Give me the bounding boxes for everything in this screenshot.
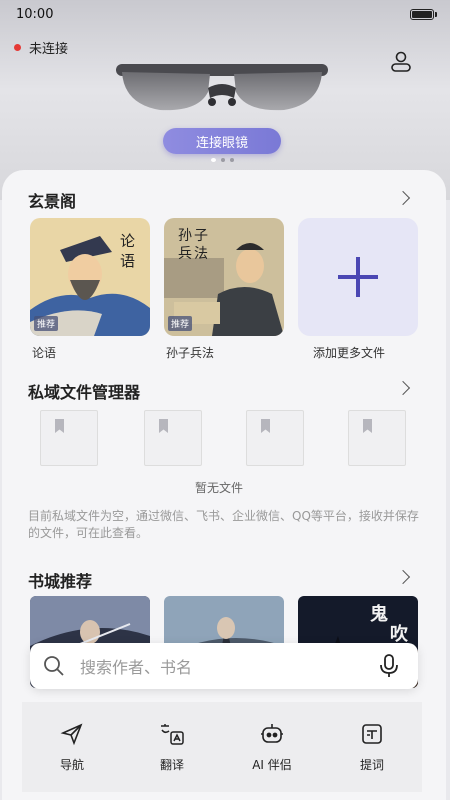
sunzi-cover-char-4: 法 xyxy=(194,246,208,262)
smart-glasses-image xyxy=(116,64,328,111)
empty-file-placeholder xyxy=(348,410,406,466)
sunzi-cover-char-3: 兵 xyxy=(178,246,192,262)
paper-plane-icon xyxy=(60,722,83,745)
status-bar: 10:00 xyxy=(0,0,450,28)
book-tag: 推荐 xyxy=(168,316,193,331)
search-bar[interactable]: 搜索作者、书名 xyxy=(30,643,418,689)
book-card-sunzi[interactable]: 孙 子 兵 法 推荐 xyxy=(164,218,284,336)
battery-icon xyxy=(410,8,437,20)
microphone-icon[interactable] xyxy=(378,653,400,679)
prompter-icon xyxy=(362,723,382,744)
connect-glasses-button[interactable]: 连接眼镜 xyxy=(163,128,281,154)
empty-file-placeholder xyxy=(246,410,304,466)
library-title: 玄景阁 xyxy=(28,192,77,211)
connection-status-label: 未连接 xyxy=(29,42,69,57)
carousel-dot xyxy=(211,158,216,162)
nav-item-ai-companion[interactable]: AI 伴侣 xyxy=(237,722,307,773)
lunyu-cover-char-2: 语 xyxy=(120,252,135,270)
empty-files-label: 暂无文件 xyxy=(195,481,244,495)
empty-file-placeholder xyxy=(144,410,202,466)
nav-item-translate[interactable]: 翻译 xyxy=(137,722,207,773)
carousel-dot xyxy=(230,158,234,162)
nav-item-label: 导航 xyxy=(59,757,84,772)
robot-icon xyxy=(261,723,283,743)
carousel-dot xyxy=(221,158,225,162)
empty-file-placeholder xyxy=(40,410,98,466)
private-files-description: 目前私域文件为空，通过微信、飞书、企业微信、QQ等平台，接收并保存的文件，可在此… xyxy=(28,509,419,540)
cover-char-1: 鬼 xyxy=(370,603,388,625)
nav-item-label: AI 伴侣 xyxy=(252,757,292,772)
book-card-lunyu[interactable]: 论 语 推荐 xyxy=(30,218,150,336)
status-time: 10:00 xyxy=(16,6,54,22)
translate-icon xyxy=(161,723,184,745)
plus-icon xyxy=(338,257,378,297)
search-placeholder[interactable]: 搜索作者、书名 xyxy=(80,654,378,678)
add-file-button[interactable] xyxy=(298,218,418,336)
cover-char-2: 吹 xyxy=(390,623,409,645)
book-title: 孙子兵法 xyxy=(166,346,215,360)
lunyu-cover-char-1: 论 xyxy=(120,232,135,250)
bottom-navigation: 导航 翻译 AI 伴侣 提词 xyxy=(22,702,422,792)
nav-item-navigation[interactable]: 导航 xyxy=(37,722,107,773)
carousel-indicator xyxy=(211,158,234,162)
sunzi-cover-char-2: 子 xyxy=(194,228,208,244)
private-files-title: 私域文件管理器 xyxy=(28,383,141,402)
sunzi-cover-char-1: 孙 xyxy=(178,228,192,244)
nav-item-prompter[interactable]: 提词 xyxy=(337,722,407,773)
profile-icon[interactable] xyxy=(388,48,414,74)
bookstore-title: 书城推荐 xyxy=(28,572,93,591)
nav-item-label: 提词 xyxy=(359,757,384,772)
connection-status: 未连接 xyxy=(14,38,68,57)
add-file-label: 添加更多文件 xyxy=(313,346,386,360)
book-tag: 推荐 xyxy=(34,316,59,331)
search-icon xyxy=(44,656,64,676)
disconnected-dot-icon xyxy=(14,44,21,51)
nav-item-label: 翻译 xyxy=(159,757,184,772)
book-title: 论语 xyxy=(32,346,57,360)
